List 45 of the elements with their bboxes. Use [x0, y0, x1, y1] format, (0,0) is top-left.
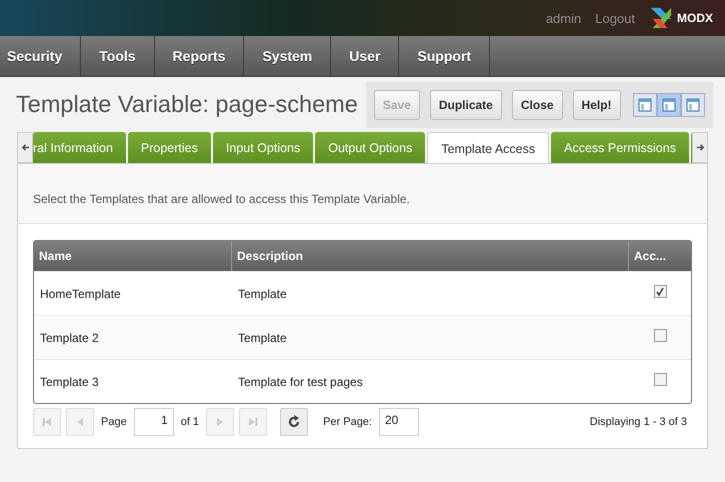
table-cell-text: Template 3 — [39, 374, 100, 388]
toolbar-button[interactable]: Help! — [572, 90, 621, 120]
column-header[interactable]: Acc... — [629, 241, 691, 271]
layout-view-icon[interactable] — [680, 92, 705, 116]
tab[interactable]: Access Permissions — [551, 132, 689, 163]
tab[interactable]: ral Information — [33, 132, 126, 163]
username-link[interactable]: admin — [546, 10, 582, 26]
logout-link[interactable]: Logout — [595, 10, 635, 26]
page-input[interactable]: 1 — [134, 408, 174, 436]
page-label: Page — [101, 416, 127, 428]
tab[interactable]: Properties — [128, 132, 211, 163]
table-cell-text: HomeTemplate — [39, 286, 122, 300]
toolbar-button[interactable]: Close — [512, 90, 563, 120]
checkbox[interactable] — [654, 285, 666, 298]
logo-icon — [649, 6, 673, 30]
description-text: Select the Templates that are allowed to access this Template Variable. — [18, 164, 707, 224]
menu-item[interactable]: User — [331, 36, 400, 76]
displaying-text: Displaying 1 - 3 of 3 — [590, 416, 687, 428]
page-title: Template Variable: page-scheme — [16, 91, 358, 118]
refresh-icon[interactable] — [280, 408, 308, 436]
column-header[interactable]: Name — [34, 241, 232, 271]
scroll-right-icon[interactable] — [692, 132, 708, 163]
column-header[interactable]: Description — [232, 241, 629, 271]
menu-item[interactable]: Security — [0, 36, 82, 76]
per-page-label: Per Page: — [323, 416, 372, 428]
table-cell-text: Template — [237, 330, 288, 344]
menu-item[interactable]: Tools — [81, 36, 155, 76]
menu-item[interactable]: System — [244, 36, 332, 76]
page-count: of 1 — [180, 416, 200, 428]
menu-item[interactable]: Reports — [154, 36, 244, 76]
scroll-left-icon[interactable] — [17, 132, 33, 163]
table-cell-text: Template 2 — [39, 330, 100, 344]
tab[interactable]: Output Options — [315, 132, 426, 163]
table-cell-text: Template — [237, 286, 288, 300]
tab[interactable]: Template Access — [427, 132, 550, 163]
layout-view-icon[interactable] — [632, 92, 657, 116]
logo-text: MODX — [677, 11, 713, 25]
toolbar-button[interactable]: Duplicate — [430, 90, 502, 120]
layout-view-icon[interactable] — [656, 92, 681, 116]
tab[interactable]: Input Options — [212, 132, 314, 163]
checkbox[interactable] — [654, 373, 666, 386]
checkbox[interactable] — [654, 329, 666, 342]
menu-item[interactable]: Support — [399, 36, 490, 76]
table-cell-text: Template for test pages — [237, 374, 364, 388]
per-page-input[interactable]: 20 — [378, 408, 419, 436]
